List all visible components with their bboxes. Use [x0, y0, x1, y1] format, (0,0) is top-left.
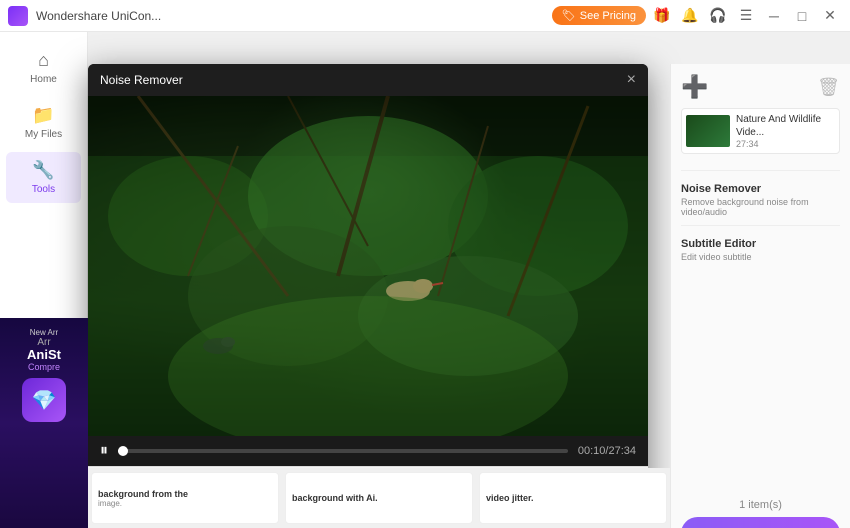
add-file-button[interactable]: ➕	[681, 74, 708, 100]
noise-remover-desc: Remove background noise from video/audio	[681, 197, 840, 217]
bc-title-2: background with Ai.	[292, 493, 466, 503]
dialog-titlebar: Noise Remover ×	[88, 64, 648, 96]
progress-fill	[118, 449, 122, 453]
bottom-card-1: background from the image.	[91, 472, 279, 524]
bc-title-3: video jitter.	[486, 493, 660, 503]
file-name: Nature And Wildlife Vide...	[736, 113, 835, 139]
home-icon: ⌂	[38, 50, 49, 71]
promo-banner[interactable]: New Arr Arr AniSt Compre 💎	[0, 318, 88, 528]
progress-thumb	[118, 446, 128, 456]
minimize-button[interactable]: ─	[762, 4, 786, 28]
see-pricing-button[interactable]: 🏷 See Pricing	[552, 6, 646, 25]
tag-icon: 🏷	[562, 9, 576, 22]
sidebar-item-myfiles[interactable]: 📁 My Files	[6, 97, 81, 148]
divider2	[681, 225, 840, 226]
promo-sub-label: Compre	[28, 362, 60, 372]
headset-icon[interactable]: 🎧	[706, 4, 730, 28]
maximize-button[interactable]: □	[790, 4, 814, 28]
bottom-card-3: video jitter.	[479, 472, 667, 524]
divider	[681, 170, 840, 171]
sidebar-label-home: Home	[30, 74, 57, 85]
title-bar: Wondershare UniCon... 🏷 See Pricing 🎁 🔔 …	[0, 0, 850, 32]
file-thumbnail	[686, 115, 730, 147]
bc-title-1: background from the	[98, 489, 272, 499]
right-panel-actions: ➕ 🗑	[681, 74, 840, 100]
sidebar-label-tools: Tools	[32, 184, 55, 195]
right-panel: ➕ 🗑 Nature And Wildlife Vide... 27:34 No…	[670, 64, 850, 528]
sidebar: ⌂ Home 📁 My Files 🔧 Tools New Arr Arr An…	[0, 32, 88, 528]
item-count: 1 item(s)	[681, 499, 840, 511]
sidebar-item-tools[interactable]: 🔧 Tools	[6, 152, 81, 203]
bc-desc-1: image.	[98, 499, 272, 508]
delete-file-button[interactable]: 🗑	[817, 77, 840, 98]
notification-icon[interactable]: 🔔	[678, 4, 702, 28]
app-logo-icon	[8, 6, 28, 26]
subtitle-editor-tool: Subtitle Editor Edit video subtitle	[681, 238, 840, 262]
video-controls: ⏸ 00:10/27:34	[88, 436, 648, 466]
myfiles-icon: 📁	[32, 105, 54, 126]
video-preview	[88, 96, 648, 436]
bottom-strip: background from the image. background wi…	[88, 468, 670, 528]
sidebar-item-home[interactable]: ⌂ Home	[6, 42, 81, 93]
tools-icon: 🔧	[32, 160, 54, 181]
video-background	[88, 96, 648, 436]
convert-all-button[interactable]: Convert All	[681, 517, 840, 528]
title-bar-left: Wondershare UniCon...	[8, 6, 161, 26]
noise-remover-tool: Noise Remover Remove background noise fr…	[681, 183, 840, 217]
promo-app-name: AniSt	[27, 348, 61, 362]
title-bar-right: 🏷 See Pricing 🎁 🔔 🎧 ☰ ─ □ ✕	[552, 4, 842, 28]
dialog-title: Noise Remover	[100, 73, 183, 87]
time-display: 00:10/27:34	[578, 445, 636, 457]
promo-new-label: New Arr	[30, 328, 58, 337]
app-title: Wondershare UniCon...	[36, 9, 161, 23]
noise-remover-dialog: Noise Remover ×	[88, 64, 648, 503]
promo-logo-icon: 💎	[22, 378, 66, 422]
file-info: Nature And Wildlife Vide... 27:34	[736, 113, 835, 149]
main-content: ⌂ Home 📁 My Files 🔧 Tools New Arr Arr An…	[0, 32, 850, 528]
dialog-close-button[interactable]: ×	[627, 72, 636, 88]
file-list-item: Nature And Wildlife Vide... 27:34	[681, 108, 840, 154]
gift-icon[interactable]: 🎁	[650, 4, 674, 28]
subtitle-editor-title: Subtitle Editor	[681, 238, 840, 250]
file-duration: 27:34	[736, 139, 835, 149]
subtitle-editor-desc: Edit video subtitle	[681, 252, 840, 262]
close-button[interactable]: ✕	[818, 4, 842, 28]
bottom-card-2: background with Ai.	[285, 472, 473, 524]
pause-button[interactable]: ⏸	[100, 442, 108, 460]
menu-icon[interactable]: ☰	[734, 4, 758, 28]
progress-bar[interactable]	[118, 449, 568, 453]
noise-remover-title: Noise Remover	[681, 183, 840, 195]
sidebar-label-myfiles: My Files	[25, 129, 62, 140]
